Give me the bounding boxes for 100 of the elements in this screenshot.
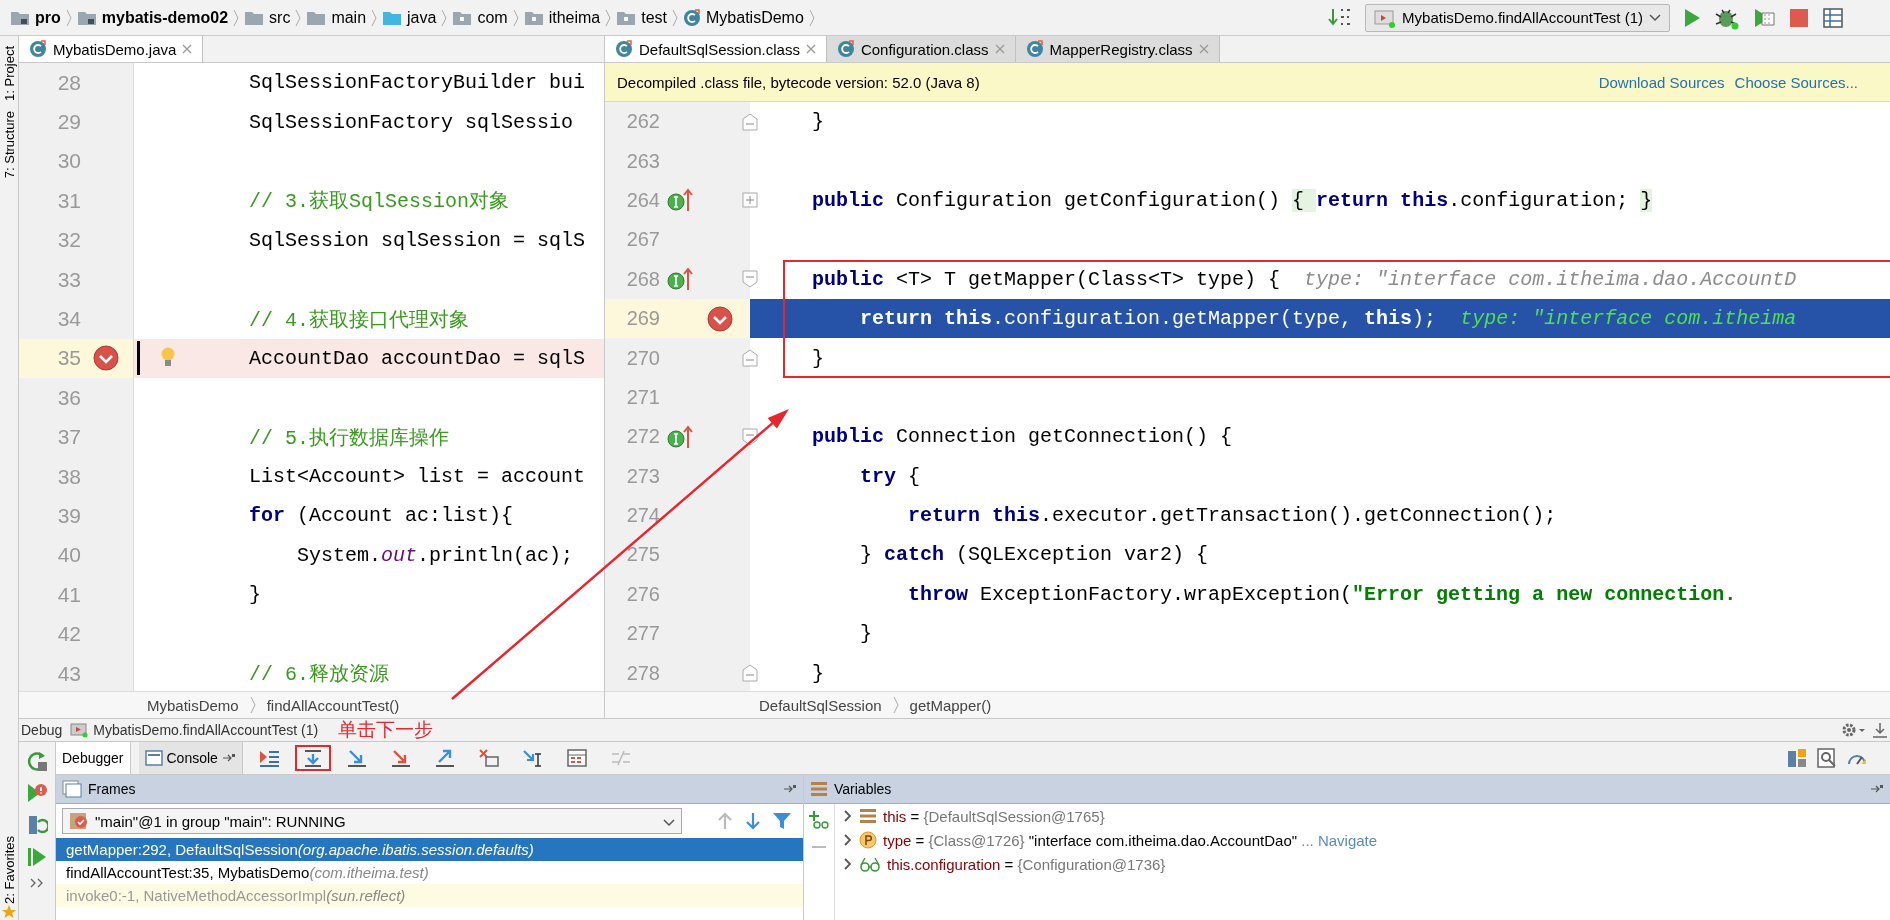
implements-icon[interactable] — [667, 423, 693, 450]
line-number: 33 — [56, 267, 81, 292]
banner-link[interactable]: Choose Sources... — [1734, 73, 1858, 91]
pin-icon[interactable] — [783, 783, 797, 795]
variable-row[interactable]: type = {Class@1726} "interface com.itheima.dao.AccountDao" ... Navigate — [835, 828, 1378, 852]
run-configuration-dropdown[interactable]: MybatisDemo.findAllAccountTest (1) — [1365, 3, 1670, 32]
line-number: 32 — [56, 228, 81, 253]
tool-tab[interactable]: Console — [138, 742, 243, 774]
expand-icon[interactable] — [843, 809, 853, 823]
session-icon — [70, 722, 89, 738]
hide-icon[interactable] — [1870, 721, 1890, 739]
package-icon — [523, 9, 544, 26]
implements-icon[interactable] — [667, 266, 693, 293]
frame-row[interactable]: findAllAccountTest:35, MybatisDemo(com.itheima.test) — [56, 861, 803, 884]
thread-dropdown[interactable]: "main"@1 in group "main": RUNNING — [62, 808, 682, 834]
code-line: System.out.println(ac); — [296, 543, 574, 567]
class-icon — [29, 40, 47, 58]
settings-icon[interactable] — [1840, 721, 1866, 739]
breadcrumb-item[interactable]: pro — [6, 8, 65, 27]
editor-tab[interactable]: MybatisDemo.java — [19, 36, 204, 62]
drop-frame-icon[interactable] — [477, 748, 500, 768]
implements-icon[interactable] — [667, 187, 693, 214]
breadcrumb-item[interactable]: test — [612, 8, 672, 27]
line-number: 35 — [56, 346, 81, 371]
expand-icon[interactable] — [843, 833, 853, 847]
navigate-link[interactable]: ... Navigate — [1301, 831, 1378, 849]
panel-title: Debug — [21, 722, 63, 738]
line-number: 269 — [625, 307, 660, 331]
code-line: } — [812, 110, 824, 134]
resume-icon[interactable] — [26, 782, 48, 804]
stop-icon[interactable] — [1788, 6, 1810, 29]
line-number: 41 — [56, 582, 81, 607]
breadcrumb-item[interactable]: MybatisDemo — [679, 8, 808, 27]
layout-icon[interactable] — [1822, 6, 1844, 29]
tool-window-button[interactable]: 2: Favorites — [1, 836, 17, 904]
package-icon — [616, 9, 637, 26]
run-to-cursor-icon[interactable] — [521, 748, 544, 768]
filter-icon[interactable] — [772, 811, 792, 831]
close-icon[interactable] — [805, 44, 816, 54]
breadcrumb-item[interactable]: getMapper() — [905, 696, 996, 714]
breakpoint-icon[interactable] — [93, 345, 119, 372]
code-line: } — [249, 583, 261, 607]
variables-icon — [810, 780, 828, 798]
breadcrumb-item[interactable]: MybatisDemo — [143, 696, 243, 714]
rerun-icon[interactable] — [26, 750, 48, 772]
breadcrumb-item[interactable]: DefaultSqlSession — [755, 696, 886, 714]
breadcrumb-item[interactable]: src — [240, 8, 295, 27]
code-line: // 4.获取接口代理对象 — [249, 307, 469, 333]
code-line: throw ExceptionFactory.wrapException("Error getting a new connection. — [907, 582, 1737, 606]
breadcrumb-item[interactable]: com — [448, 8, 512, 27]
step-into-icon[interactable] — [389, 748, 412, 768]
breadcrumb-item[interactable]: mybatis-demo02 — [72, 8, 233, 27]
frame-row[interactable]: getMapper:292, DefaultSqlSession(org.apache.ibatis.session.defaults) — [56, 838, 803, 861]
breadcrumb-item[interactable]: itheima — [519, 8, 605, 27]
step-out-icon[interactable] — [433, 748, 456, 768]
step-into-icon[interactable] — [345, 748, 368, 768]
coverage-icon[interactable] — [1752, 6, 1776, 29]
frame-row[interactable]: invoke0:-1, NativeMethodAccessorImpl(sun.reflect) — [56, 884, 803, 907]
annotation-text: 单击下一步 — [338, 718, 434, 742]
add-watch-icon[interactable] — [808, 810, 830, 830]
pin-icon[interactable] — [221, 752, 236, 764]
threads-icon[interactable] — [26, 814, 48, 836]
line-number: 31 — [56, 188, 81, 213]
line-number: 262 — [625, 110, 660, 134]
tool-window-button[interactable]: 7: Structure — [1, 110, 17, 179]
execution-point-icon[interactable] — [257, 748, 280, 768]
module-icon — [76, 9, 97, 26]
resume-icon[interactable] — [26, 846, 48, 868]
breakpoint-icon[interactable] — [707, 305, 733, 332]
restore-layout-icon[interactable] — [1786, 747, 1808, 769]
close-icon[interactable] — [182, 44, 193, 54]
session-tab[interactable]: MybatisDemo.findAllAccountTest (1) — [66, 722, 323, 738]
down-icon[interactable] — [744, 811, 762, 831]
breadcrumb-item[interactable]: findAllAccountTest() — [262, 696, 404, 714]
banner-text: Decompiled .class file, bytecode version: 52.0 (Java 8) — [617, 73, 980, 91]
line-number: 271 — [625, 385, 660, 409]
banner-link[interactable]: Download Sources — [1598, 73, 1725, 91]
expand-icon[interactable] — [843, 857, 853, 871]
tool-tab[interactable]: Debugger — [56, 742, 131, 774]
text-cursor — [137, 341, 140, 376]
line-number: 38 — [56, 464, 81, 489]
tool-window-button[interactable]: 1: Project — [1, 46, 17, 101]
code-line: AccountDao accountDao = sqlS — [249, 346, 586, 370]
editor-tab[interactable]: MapperRegistry.class — [1015, 36, 1220, 62]
more-icon[interactable] — [30, 878, 44, 888]
code-line: try { — [859, 464, 921, 488]
calculator-icon[interactable] — [565, 748, 588, 768]
breadcrumb-item[interactable]: main — [302, 8, 371, 27]
breadcrumb-item[interactable]: java — [378, 8, 441, 27]
memory-icon[interactable] — [1816, 747, 1838, 769]
run-icon[interactable] — [1682, 6, 1702, 29]
pin-icon[interactable] — [1870, 783, 1884, 795]
variable-row[interactable]: this.configuration = {Configuration@1736} — [835, 852, 1378, 876]
panel-title: Frames — [88, 781, 136, 797]
editor-tab[interactable]: Configuration.class — [826, 36, 1016, 62]
code-line: List<Account> list = account — [249, 465, 586, 489]
thread-icon — [69, 812, 89, 830]
variable-row[interactable]: this = {DefaultSqlSession@1765} — [835, 804, 1378, 828]
editor-tab[interactable]: DefaultSqlSession.class — [605, 36, 827, 62]
package-icon — [452, 9, 473, 26]
